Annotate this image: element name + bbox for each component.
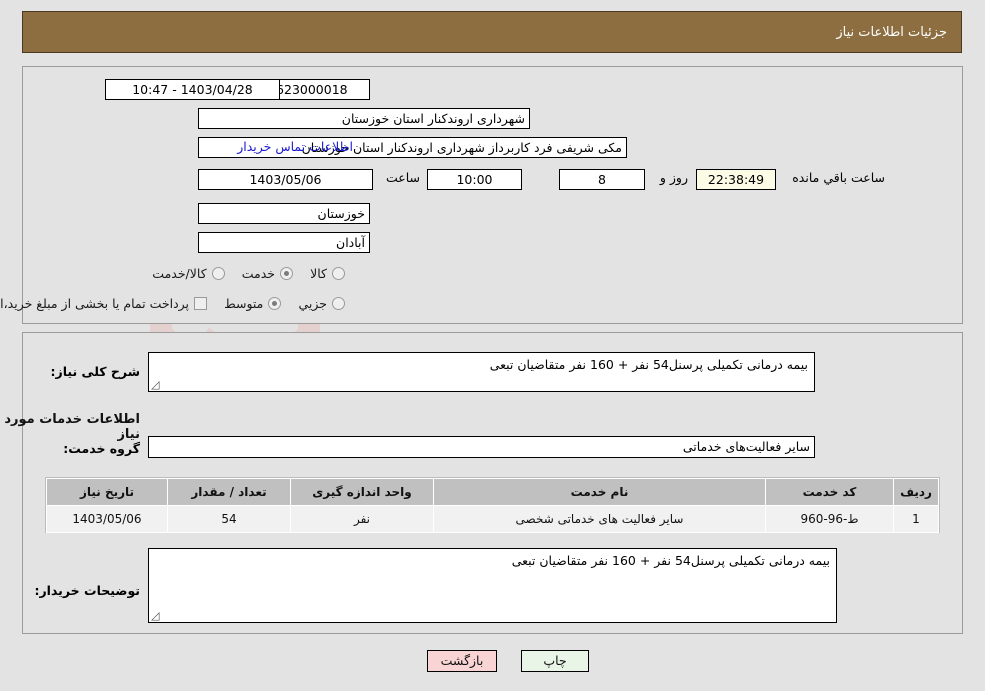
- print-button[interactable]: چاپ: [521, 650, 589, 672]
- general-desc-textarea[interactable]: بیمه درمانی تکمیلی پرسنل54 نفر + 160 نفر…: [148, 352, 815, 392]
- deadline-remaining-value: 22:38:49: [696, 169, 776, 190]
- buyer-notes-textarea[interactable]: بیمه درمانی تکمیلی پرسنل54 نفر + 160 نفر…: [148, 548, 837, 623]
- buyer-notes-label: توضیحات خریدار:: [34, 583, 140, 598]
- buyer-notes-value: بیمه درمانی تکمیلی پرسنل54 نفر + 160 نفر…: [511, 553, 830, 568]
- cell-service-name: سایر فعالیت های خدماتی شخصی: [433, 505, 766, 533]
- category-option-0-label: کالا: [310, 266, 327, 281]
- process-type-radio-0[interactable]: [332, 297, 345, 310]
- deadline-days-label: روز و: [659, 170, 688, 185]
- resize-grip-icon[interactable]: ◺: [151, 378, 163, 391]
- service-group-value: سایر فعالیت‌های خدماتی: [148, 436, 815, 458]
- services-table: ردیف کد خدمت نام خدمت واحد اندازه گیری ت…: [46, 478, 939, 533]
- process-type-options: جزیي متوسط پرداخت تمام یا بخشی از مبلغ خ…: [0, 293, 345, 312]
- category-option-1-label: خدمت: [241, 266, 276, 281]
- general-desc-label: شرح کلی نیاز:: [50, 364, 140, 379]
- th-service-name: نام خدمت: [433, 478, 766, 506]
- cell-unit: نفر: [290, 505, 434, 533]
- category-options: کالا خدمت کالا/خدمت: [140, 263, 345, 282]
- table-row[interactable]: 1 ط-96-960 سایر فعالیت های خدماتی شخصی ن…: [46, 505, 939, 533]
- process-type-radio-1[interactable]: [268, 297, 282, 310]
- buyer-org-value: شهرداری اروندکنار استان خوزستان: [198, 108, 530, 129]
- services-section-title: اطلاعات خدمات مورد نیاز: [4, 412, 140, 442]
- table-header-row: ردیف کد خدمت نام خدمت واحد اندازه گیری ت…: [46, 478, 939, 506]
- back-button[interactable]: بازگشت: [427, 650, 497, 672]
- buyer-contact-link[interactable]: اطلاعات تماس خریدار: [237, 139, 353, 154]
- treasury-docs-label: پرداخت تمام یا بخشی از مبلغ خرید،از محل …: [0, 296, 190, 311]
- deadline-days-value: 8: [559, 169, 645, 190]
- delivery-city-value: آبادان: [198, 232, 370, 253]
- deadline-time-value: 10:00: [427, 169, 522, 190]
- category-radio-0[interactable]: [332, 267, 345, 280]
- cell-service-code: ط-96-960: [765, 505, 894, 533]
- window-title-bar: جزئیات اطلاعات نیاز: [22, 11, 962, 53]
- delivery-province-value: خوزستان: [198, 203, 370, 224]
- category-option-2-label: کالا/خدمت: [152, 266, 207, 281]
- th-quantity: تعداد / مقدار: [167, 478, 291, 506]
- process-type-option-1-label: متوسط: [224, 296, 264, 311]
- deadline-remaining-label: ساعت باقي مانده: [792, 170, 885, 185]
- th-unit: واحد اندازه گیری: [290, 478, 434, 506]
- category-radio-1[interactable]: [280, 267, 294, 280]
- deadline-time-label: ساعت: [385, 170, 420, 185]
- cell-radif: 1: [893, 505, 939, 533]
- services-table-wrap: ردیف کد خدمت نام خدمت واحد اندازه گیری ت…: [45, 477, 940, 533]
- page-root: AriaTender.net جزئیات اطلاعات نیاز شماره…: [0, 0, 985, 691]
- general-desc-value: بیمه درمانی تکمیلی پرسنل54 نفر + 160 نفر…: [489, 357, 808, 372]
- process-type-option-0-label: جزیي: [298, 296, 327, 311]
- deadline-date-value: 1403/05/06: [198, 169, 373, 190]
- th-need-date: تاریخ نیاز: [46, 478, 168, 506]
- cell-quantity: 54: [167, 505, 291, 533]
- th-radif: ردیف: [893, 478, 939, 506]
- service-group-label: گروه خدمت:: [63, 441, 140, 456]
- public-announce-value: 1403/04/28 - 10:47: [105, 79, 280, 100]
- cell-need-date: 1403/05/06: [46, 505, 168, 533]
- page-title: جزئیات اطلاعات نیاز: [836, 24, 947, 40]
- need-summary-panel: [22, 66, 963, 324]
- treasury-docs-checkbox[interactable]: [194, 297, 208, 310]
- resize-grip-icon-2[interactable]: ◺: [151, 609, 163, 622]
- th-service-code: کد خدمت: [765, 478, 894, 506]
- category-radio-2[interactable]: [211, 267, 225, 280]
